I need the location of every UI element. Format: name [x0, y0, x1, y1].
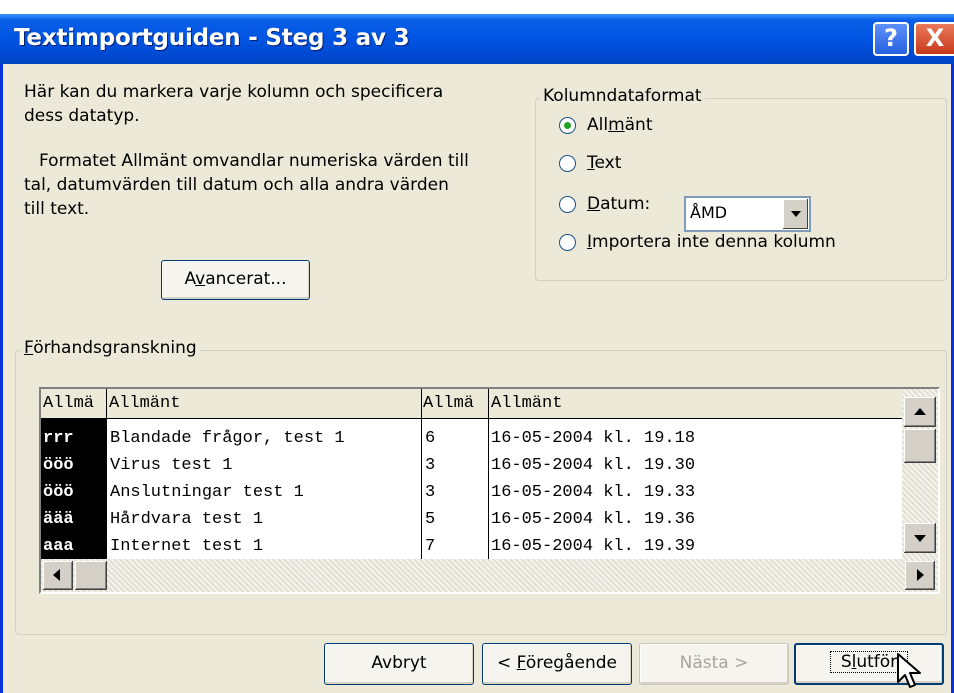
scroll-left-button[interactable] — [43, 561, 73, 590]
table-cell: aaa — [43, 535, 105, 559]
back-button[interactable]: < Föregående — [482, 643, 632, 685]
column-header[interactable]: Allmänt — [491, 392, 891, 416]
radio-date-label[interactable]: Datum: — [587, 194, 650, 214]
scroll-down-button[interactable] — [904, 523, 936, 553]
preview-header-row: Allmä Allmänt Allmä Allmänt — [41, 389, 902, 419]
header-divider — [41, 418, 902, 419]
info-text-line3: till text. — [24, 199, 90, 219]
column-divider[interactable] — [421, 389, 422, 559]
preview-label: Förhandsgranskning — [21, 338, 200, 358]
data-preview[interactable]: Allmä Allmänt Allmä Allmänt rrr Blandade… — [39, 387, 940, 594]
table-cell: 16-05-2004 kl. 19.30 — [491, 456, 696, 475]
radio-text-label[interactable]: Text — [587, 153, 621, 173]
table-cell: 3 — [425, 483, 436, 502]
radio-date[interactable] — [559, 196, 576, 213]
info-text-line2: tal, datumvärden till datum och alla and… — [24, 175, 449, 195]
chevron-down-icon — [791, 211, 801, 217]
back-button-label: < Föregående — [496, 653, 617, 673]
radio-skip-column[interactable] — [559, 234, 576, 251]
cancel-button[interactable]: Avbryt — [324, 643, 474, 685]
column-header[interactable]: Allmä — [43, 392, 107, 416]
radio-general-label[interactable]: Allmänt — [587, 115, 653, 135]
column-header[interactable]: Allmänt — [109, 392, 419, 416]
table-cell: rrr — [43, 427, 105, 451]
close-icon: X — [925, 24, 945, 52]
table-cell: 6 — [425, 429, 436, 448]
scroll-up-button[interactable] — [904, 397, 936, 427]
table-cell: 16-05-2004 kl. 19.39 — [491, 537, 696, 556]
table-cell: Virus test 1 — [110, 456, 233, 475]
arrow-right-icon — [917, 569, 924, 581]
table-cell: Anslutningar test 1 — [110, 483, 304, 502]
table-cell: 16-05-2004 kl. 19.33 — [491, 483, 696, 502]
intro-text-line2: dess datatyp. — [24, 106, 140, 126]
table-cell: 7 — [425, 537, 436, 556]
column-format-label: Kolumndataformat — [540, 86, 705, 106]
mouse-pointer-icon — [897, 653, 921, 688]
vertical-scroll-thumb[interactable] — [904, 429, 936, 463]
arrow-up-icon — [914, 408, 926, 415]
next-button: Nästa > — [639, 643, 789, 685]
preview-grid[interactable]: Allmä Allmänt Allmä Allmänt rrr Blandade… — [41, 389, 902, 559]
scroll-right-button[interactable] — [905, 561, 935, 590]
table-cell: Blandade frågor, test 1 — [110, 429, 345, 448]
cropped-caption — [0, 0, 954, 14]
close-button[interactable]: X — [914, 22, 954, 56]
advanced-button[interactable]: Avancerat... — [161, 260, 310, 300]
cancel-button-label: Avbryt — [371, 653, 427, 673]
table-cell: Hårdvara test 1 — [110, 510, 264, 529]
table-cell: 16-05-2004 kl. 19.36 — [491, 510, 696, 529]
table-cell: 5 — [425, 510, 436, 529]
table-cell: 16-05-2004 kl. 19.18 — [491, 429, 696, 448]
date-format-dropdown-button[interactable] — [782, 199, 808, 229]
advanced-button-label: Avancerat... — [184, 269, 287, 289]
help-button[interactable]: ? — [873, 22, 909, 56]
arrow-down-icon — [914, 535, 926, 542]
horizontal-scroll-thumb[interactable] — [75, 561, 107, 590]
next-button-label: Nästa > — [679, 653, 749, 673]
arrow-left-icon — [53, 569, 60, 581]
radio-skip-column-label[interactable]: Importera inte denna kolumn — [587, 232, 836, 252]
radio-text[interactable] — [559, 155, 576, 172]
text-import-wizard-dialog: Textimportguiden - Steg 3 av 3 ? X Här k… — [0, 14, 954, 693]
intro-text-line1: Här kan du markera varje kolumn och spec… — [24, 82, 444, 102]
table-cell: äää — [43, 508, 105, 532]
window-title: Textimportguiden - Steg 3 av 3 — [14, 25, 410, 51]
info-text-line1: Formatet Allmänt omvandlar numeriska vär… — [39, 151, 469, 171]
title-bar[interactable]: Textimportguiden - Steg 3 av 3 ? X — [0, 14, 954, 64]
table-cell: Internet test 1 — [110, 537, 264, 556]
table-cell: ööö — [43, 481, 105, 505]
horizontal-scrollbar[interactable] — [41, 559, 938, 592]
vertical-scrollbar[interactable] — [902, 389, 938, 559]
table-cell: ööö — [43, 454, 105, 478]
column-header[interactable]: Allmä — [423, 392, 487, 416]
radio-general[interactable] — [559, 117, 576, 134]
table-cell: 3 — [425, 456, 436, 475]
date-format-select[interactable]: ÅMD — [684, 196, 811, 232]
date-format-value: ÅMD — [690, 203, 728, 222]
help-icon: ? — [884, 24, 898, 52]
column-divider[interactable] — [106, 389, 107, 559]
column-divider[interactable] — [488, 389, 489, 559]
